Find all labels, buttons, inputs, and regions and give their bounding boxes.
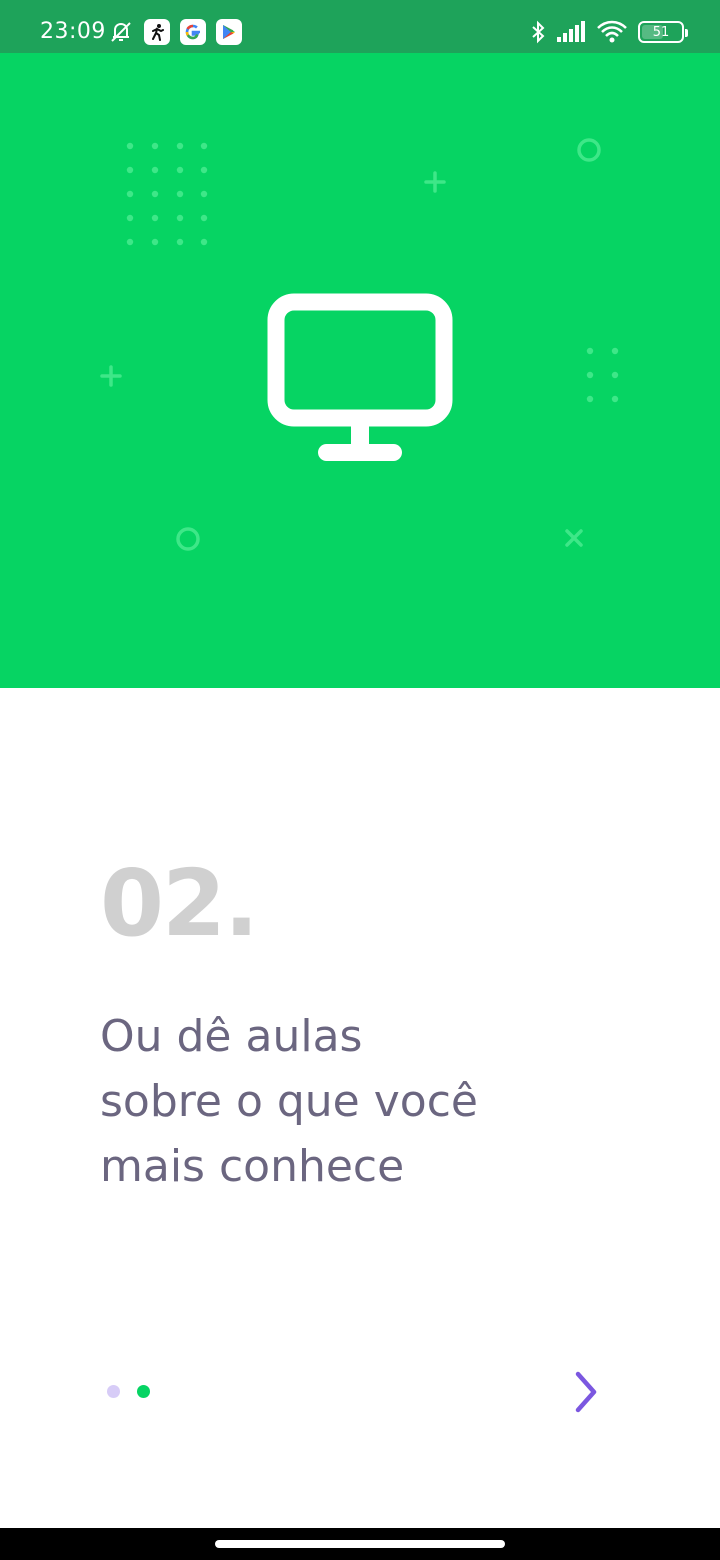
hero-illustration: [0, 53, 720, 688]
status-time: 23:09: [40, 19, 106, 44]
next-button[interactable]: [560, 1366, 612, 1418]
page-indicator: [107, 1385, 150, 1398]
plus-decoration: [424, 171, 446, 193]
battery-icon: 51: [638, 21, 688, 43]
ring-decoration: [176, 527, 200, 551]
bell-off-icon: [108, 19, 134, 45]
dot-grid-decoration: [126, 142, 208, 246]
monitor-icon: [267, 293, 453, 461]
plus-decoration: [100, 365, 122, 387]
chevron-right-icon: [575, 1371, 597, 1413]
description-line: sobre o que você: [100, 1076, 478, 1127]
status-bar: 23:09 51: [0, 0, 720, 53]
page-dot-active[interactable]: [137, 1385, 150, 1398]
description-line: mais conhece: [100, 1141, 405, 1192]
ring-decoration: [577, 138, 601, 162]
notification-icons: [108, 19, 242, 45]
battery-level: 51: [652, 24, 670, 40]
description-line: Ou dê aulas: [100, 1011, 363, 1062]
home-indicator[interactable]: [215, 1540, 505, 1548]
bluetooth-icon: [530, 20, 546, 44]
google-icon: [180, 19, 206, 45]
signal-icon: [556, 21, 586, 43]
dot-grid-decoration: [586, 347, 619, 403]
play-store-icon: [216, 19, 242, 45]
wifi-icon: [596, 20, 628, 44]
step-number: 02.: [100, 850, 259, 957]
runner-app-icon: [144, 19, 170, 45]
cross-decoration: [565, 529, 583, 547]
onboarding-description: Ou dê aulas sobre o que você mais conhec…: [100, 1004, 560, 1199]
page-dot-inactive[interactable]: [107, 1385, 120, 1398]
navigation-bar: [0, 1528, 720, 1560]
system-icons: 51: [530, 20, 688, 44]
